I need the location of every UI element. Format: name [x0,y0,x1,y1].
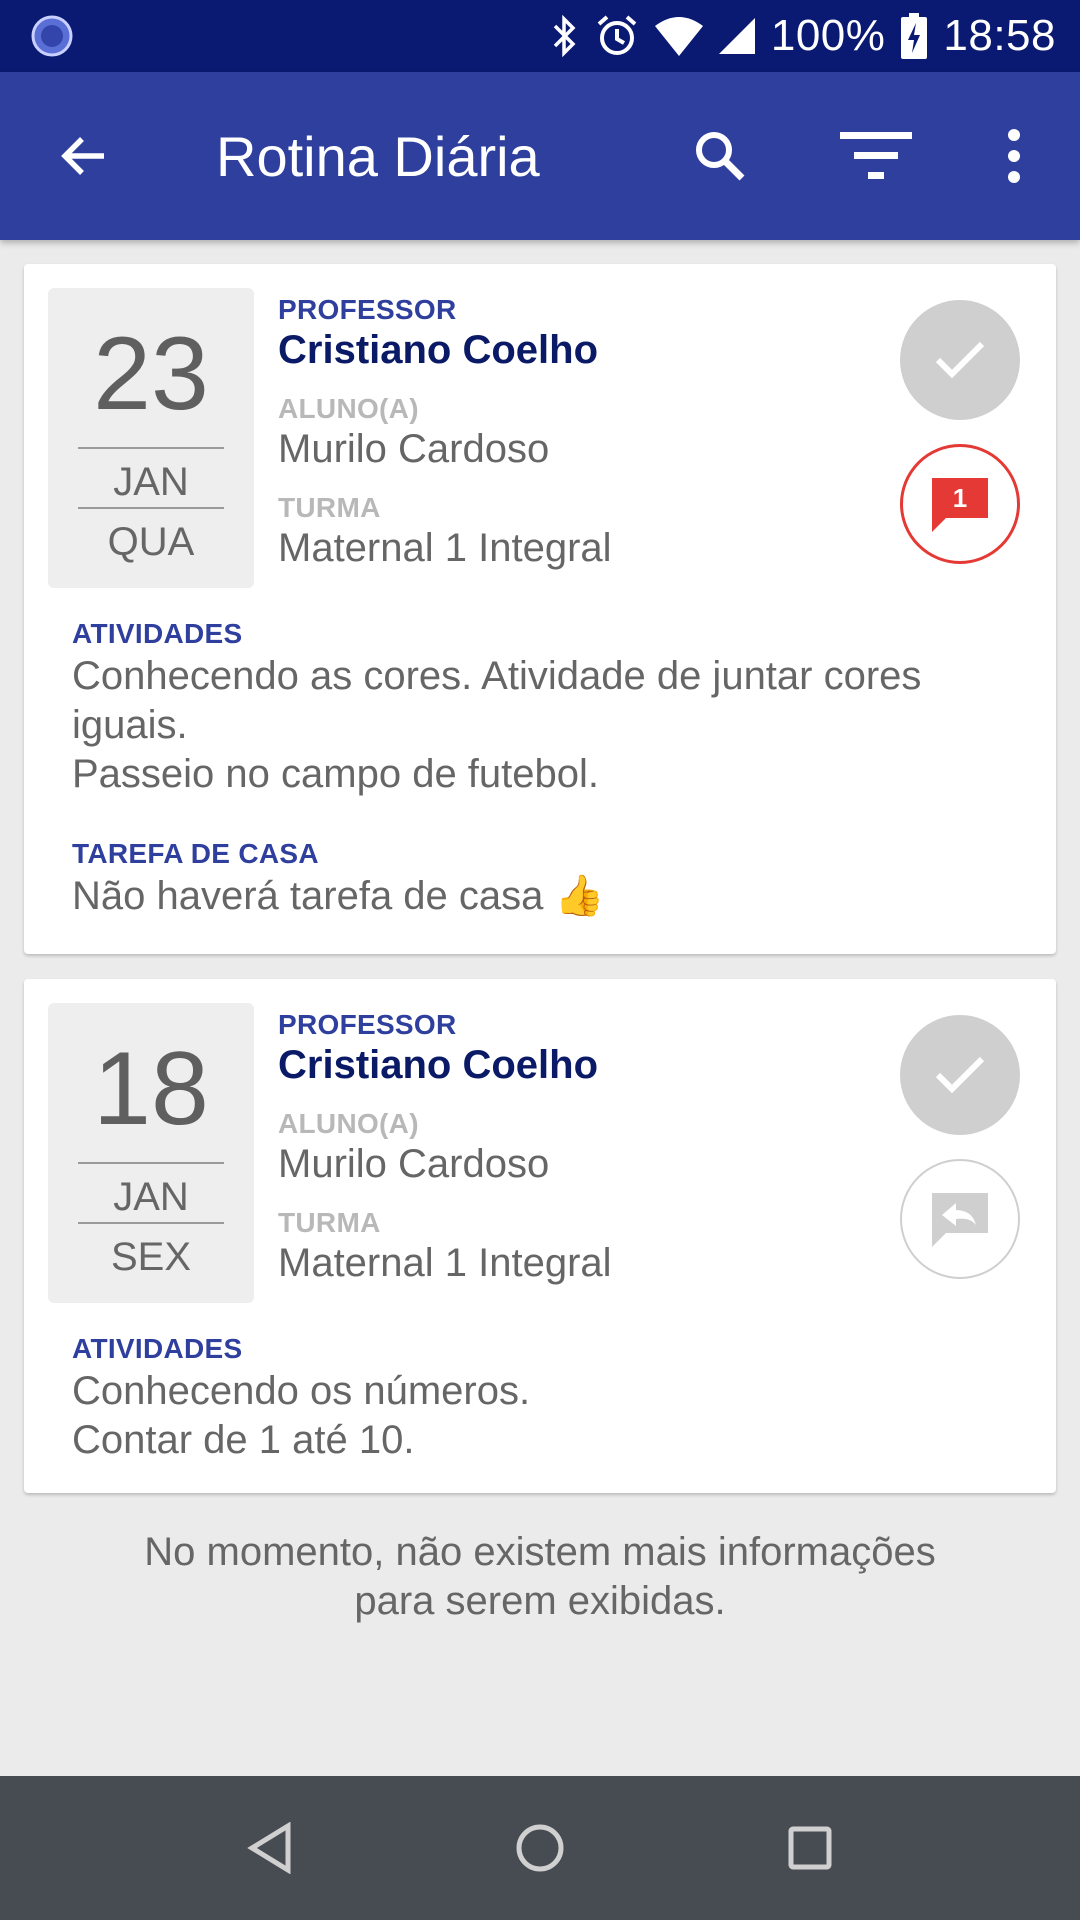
back-arrow-icon [61,137,104,175]
professor-name: Cristiano Coelho [278,1043,599,1087]
professor-name: Cristiano Coelho [278,328,599,372]
routine-info: PROFESSOR Cristiano Coelho ALUNO(A) Muri… [278,294,838,571]
end-of-list-message: No momento, não existem mais informações… [144,1530,936,1623]
search-icon [696,132,745,181]
status-bar: 100% 18:58 [0,0,1080,72]
app-bar: Rotina Diária [0,72,1080,240]
system-nav-bar [0,1776,1080,1920]
reply-icon [932,1193,988,1247]
class-name: Maternal 1 Integral [278,526,612,570]
routine-list: 23 JAN QUA PROFESSOR Cristiano Coelho AL… [0,240,1080,1776]
clock: 18:58 [943,11,1056,60]
nav-home-button[interactable] [500,1808,580,1888]
activity-line: Passeio no campo de futebol. [72,752,600,796]
activities-section: ATIVIDADES Conhecendo as cores. Atividad… [72,618,1032,799]
circle-home-icon [516,1824,564,1872]
wifi-icon [654,0,703,72]
battery-charging-icon [901,0,928,72]
more-options-button[interactable] [974,116,1054,196]
date-badge: 18 JAN SEX [48,1003,254,1303]
homework-section: TAREFA DE CASA Não haverá tarefa de casa… [72,838,1032,921]
homework-label: TAREFA DE CASA [72,838,319,869]
check-icon [935,341,985,379]
date-month: JAN [113,1175,189,1219]
page-title: Rotina Diária [216,125,540,188]
student-label: ALUNO(A) [278,1108,419,1139]
date-divider [78,1222,224,1224]
square-recents-icon [788,1826,832,1870]
homework-text: Não haverá tarefa de casa 👍 [72,874,605,918]
filter-button[interactable] [836,116,916,196]
app-notification-icon [30,14,74,58]
date-divider [78,447,224,449]
student-name: Murilo Cardoso [278,427,550,471]
chat-icon: 1 [932,478,988,532]
date-weekday: SEX [110,1235,192,1279]
date-badge: 23 JAN QUA [48,288,254,588]
triangle-back-icon [247,1822,291,1874]
professor-label: PROFESSOR [278,294,457,325]
date-divider [78,507,224,509]
student-label: ALUNO(A) [278,393,419,424]
activity-line: Conhecendo as cores. Atividade de juntar… [72,654,922,747]
date-divider [78,1162,224,1164]
reply-button[interactable] [900,1159,1020,1279]
activities-label: ATIVIDADES [72,1333,243,1364]
activity-line: Conhecendo os números. [72,1369,531,1413]
activities-section: ATIVIDADES Conhecendo os números. Contar… [72,1333,1032,1465]
student-name: Murilo Cardoso [278,1142,550,1186]
bluetooth-icon [549,0,579,72]
search-button[interactable] [680,116,760,196]
date-day: 18 [93,1031,209,1147]
activities-label: ATIVIDADES [72,618,243,649]
nav-back-button[interactable] [230,1808,310,1888]
professor-label: PROFESSOR [278,1009,457,1040]
nav-recents-button[interactable] [770,1808,850,1888]
filter-icon [840,132,912,179]
routine-info: PROFESSOR Cristiano Coelho ALUNO(A) Muri… [278,1009,838,1286]
more-vert-icon [1008,129,1020,183]
routine-card[interactable]: 23 JAN QUA PROFESSOR Cristiano Coelho AL… [24,264,1056,954]
battery-percentage: 100% [770,11,886,60]
class-label: TURMA [278,1207,381,1238]
alarm-icon [595,0,639,72]
date-month: JAN [113,460,189,504]
messages-button[interactable]: 1 [900,444,1020,564]
activity-line: Contar de 1 até 10. [72,1418,415,1462]
mark-read-button[interactable] [900,1015,1020,1135]
date-day: 23 [93,316,209,432]
class-label: TURMA [278,492,381,523]
date-weekday: QUA [107,520,195,564]
class-name: Maternal 1 Integral [278,1241,612,1285]
signal-icon [718,0,755,72]
message-count: 1 [953,483,967,513]
mark-read-button[interactable] [900,300,1020,420]
back-button[interactable] [44,116,124,196]
check-icon [935,1056,985,1094]
routine-card[interactable]: 18 JAN SEX PROFESSOR Cristiano Coelho AL… [24,979,1056,1493]
